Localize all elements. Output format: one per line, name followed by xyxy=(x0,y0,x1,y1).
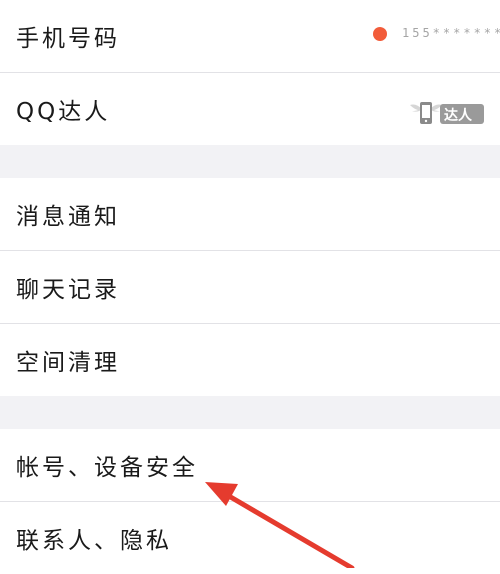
settings-item-label: 联系人、隐私 xyxy=(16,528,172,554)
settings-item-label: QQ达人 xyxy=(16,99,111,125)
group-gap xyxy=(0,145,500,178)
settings-item-label: 空间清理 xyxy=(16,350,120,376)
settings-item-notifications[interactable]: 消息通知 xyxy=(0,178,500,250)
settings-item-account-security[interactable]: 帐号、设备安全 xyxy=(0,429,500,501)
phone-number-value: 155******* xyxy=(402,26,500,40)
qq-daren-badge-text: 达人 xyxy=(444,108,472,124)
group-gap xyxy=(0,396,500,429)
settings-item-phone-number[interactable]: 手机号码 155******* xyxy=(0,0,500,72)
settings-item-chat-history[interactable]: 聊天记录 xyxy=(0,251,500,323)
settings-item-label: 聊天记录 xyxy=(16,277,120,303)
settings-item-label: 手机号码 xyxy=(16,26,120,52)
settings-item-label: 帐号、设备安全 xyxy=(16,455,198,481)
red-dot-indicator xyxy=(373,27,387,41)
settings-item-storage-cleanup[interactable]: 空间清理 xyxy=(0,324,500,396)
settings-item-label: 消息通知 xyxy=(16,204,120,230)
settings-item-contacts-privacy[interactable]: 联系人、隐私 xyxy=(0,502,500,574)
